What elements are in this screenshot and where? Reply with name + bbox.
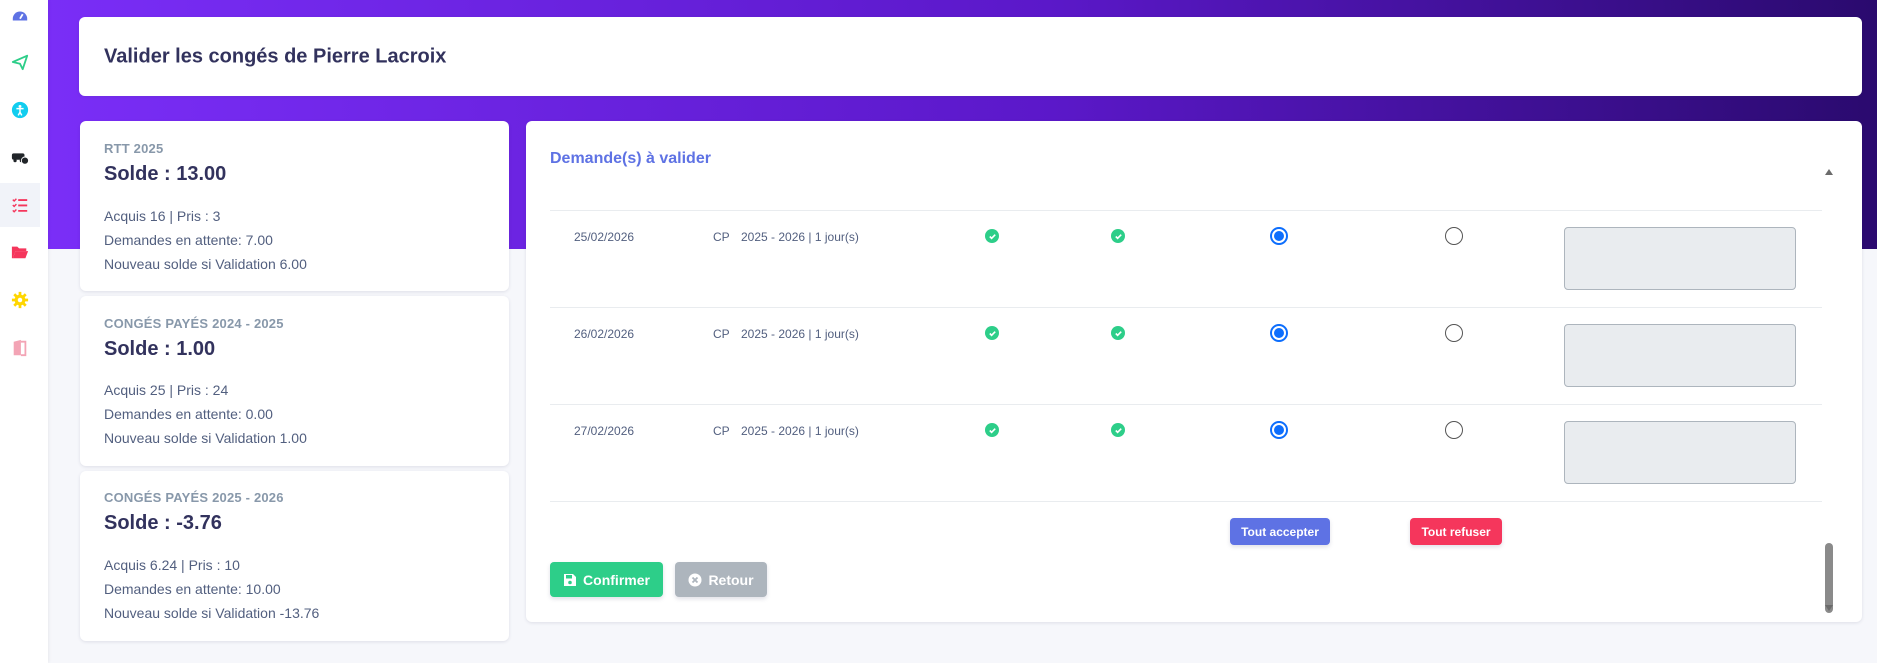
sidebar-item-settings[interactable]	[0, 278, 40, 322]
balance-card-rtt: RTT 2025 Solde : 13.00 Acquis 16 | Pris …	[80, 121, 509, 291]
door-exit-icon	[13, 339, 27, 357]
scrollbar-thumb[interactable]	[1825, 543, 1833, 613]
accept-radio[interactable]	[1270, 421, 1288, 439]
balance-card-cp-2024: CONGÉS PAYÉS 2024 - 2025 Solde : 1.00 Ac…	[80, 296, 509, 466]
balance-acquis: Acquis 16 | Pris : 3	[104, 208, 221, 224]
requests-title: Demande(s) à valider	[550, 150, 711, 167]
request-period: 2025 - 2026 | 1 jour(s)	[741, 424, 859, 438]
accept-radio[interactable]	[1270, 324, 1288, 342]
title-card: Valider les congés de Pierre Lacroix	[79, 17, 1862, 96]
status-check-icon	[985, 326, 999, 340]
balance-acquis: Acquis 25 | Pris : 24	[104, 382, 229, 398]
request-type: CP	[713, 424, 730, 438]
sidebar-item-vehicle[interactable]	[0, 135, 40, 179]
balance-nouveau: Nouveau solde si Validation 6.00	[104, 256, 307, 272]
comment-field[interactable]	[1564, 324, 1796, 387]
sidebar-item-logout[interactable]	[0, 326, 40, 370]
status-check-icon	[985, 229, 999, 243]
sidebar-item-dashboard[interactable]	[0, 0, 40, 38]
accept-radio[interactable]	[1270, 227, 1288, 245]
request-date: 27/02/2026	[574, 424, 635, 438]
sidebar-item-send[interactable]	[0, 40, 40, 84]
balance-attente: Demandes en attente: 10.00	[104, 581, 281, 597]
balance-attente: Demandes en attente: 7.00	[104, 232, 273, 248]
sidebar	[0, 0, 48, 663]
status-check-icon	[1111, 326, 1125, 340]
sidebar-item-accessibility[interactable]	[0, 88, 40, 132]
balance-nouveau: Nouveau solde si Validation 1.00	[104, 430, 307, 446]
request-period: 2025 - 2026 | 1 jour(s)	[741, 327, 859, 341]
request-period: 2025 - 2026 | 1 jour(s)	[741, 230, 859, 244]
row-divider	[550, 307, 1822, 308]
list-check-icon	[12, 198, 28, 213]
status-check-icon	[1111, 229, 1125, 243]
row-divider	[550, 404, 1822, 405]
floppy-disk-icon	[564, 573, 577, 586]
balance-card-cp-2025: CONGÉS PAYÉS 2025 - 2026 Solde : -3.76 A…	[80, 471, 509, 641]
request-type: CP	[713, 327, 730, 341]
row-divider	[550, 210, 1822, 211]
balance-header: CONGÉS PAYÉS 2024 - 2025	[104, 316, 284, 331]
row-divider	[550, 501, 1822, 502]
confirm-button[interactable]: Confirmer	[550, 562, 663, 597]
comment-field[interactable]	[1564, 421, 1796, 484]
request-type: CP	[713, 230, 730, 244]
balance-header: CONGÉS PAYÉS 2025 - 2026	[104, 490, 284, 505]
status-check-icon	[985, 423, 999, 437]
accessibility-icon	[11, 101, 29, 119]
balance-nouveau: Nouveau solde si Validation -13.76	[104, 605, 320, 621]
balance-solde: Solde : 13.00	[104, 163, 227, 185]
balance-header: RTT 2025	[104, 141, 164, 156]
sidebar-item-validation[interactable]	[0, 183, 40, 227]
comment-field[interactable]	[1564, 227, 1796, 290]
send-icon	[11, 54, 29, 71]
dashboard-icon	[12, 11, 28, 21]
sidebar-item-documents[interactable]	[0, 230, 40, 274]
back-button-label: Retour	[708, 571, 754, 588]
page-title: Valider les congés de Pierre Lacroix	[104, 45, 447, 68]
scroll-up-arrow-icon[interactable]	[1825, 169, 1833, 175]
accept-all-button[interactable]: Tout accepter	[1230, 518, 1330, 545]
balance-attente: Demandes en attente: 0.00	[104, 406, 273, 422]
gear-icon	[11, 291, 29, 309]
request-date: 25/02/2026	[574, 230, 635, 244]
confirm-button-label: Confirmer	[583, 571, 650, 588]
scroll-down-arrow-icon[interactable]	[1825, 605, 1833, 611]
status-check-icon	[1111, 423, 1125, 437]
refuse-radio[interactable]	[1445, 324, 1463, 342]
close-circle-icon	[688, 573, 702, 586]
balance-acquis: Acquis 6.24 | Pris : 10	[104, 557, 240, 573]
balance-solde: Solde : 1.00	[104, 338, 216, 360]
requests-card: Demande(s) à valider 25/02/2026 CP 2025 …	[526, 121, 1862, 622]
refuse-all-button[interactable]: Tout refuser	[1410, 518, 1502, 545]
refuse-radio[interactable]	[1445, 227, 1463, 245]
refuse-radio[interactable]	[1445, 421, 1463, 439]
back-button[interactable]: Retour	[675, 562, 767, 597]
folder-open-icon	[11, 246, 29, 259]
request-date: 26/02/2026	[574, 327, 635, 341]
car-clock-icon	[11, 153, 29, 165]
balance-solde: Solde : -3.76	[104, 512, 222, 534]
scrollbar[interactable]	[1823, 169, 1835, 613]
